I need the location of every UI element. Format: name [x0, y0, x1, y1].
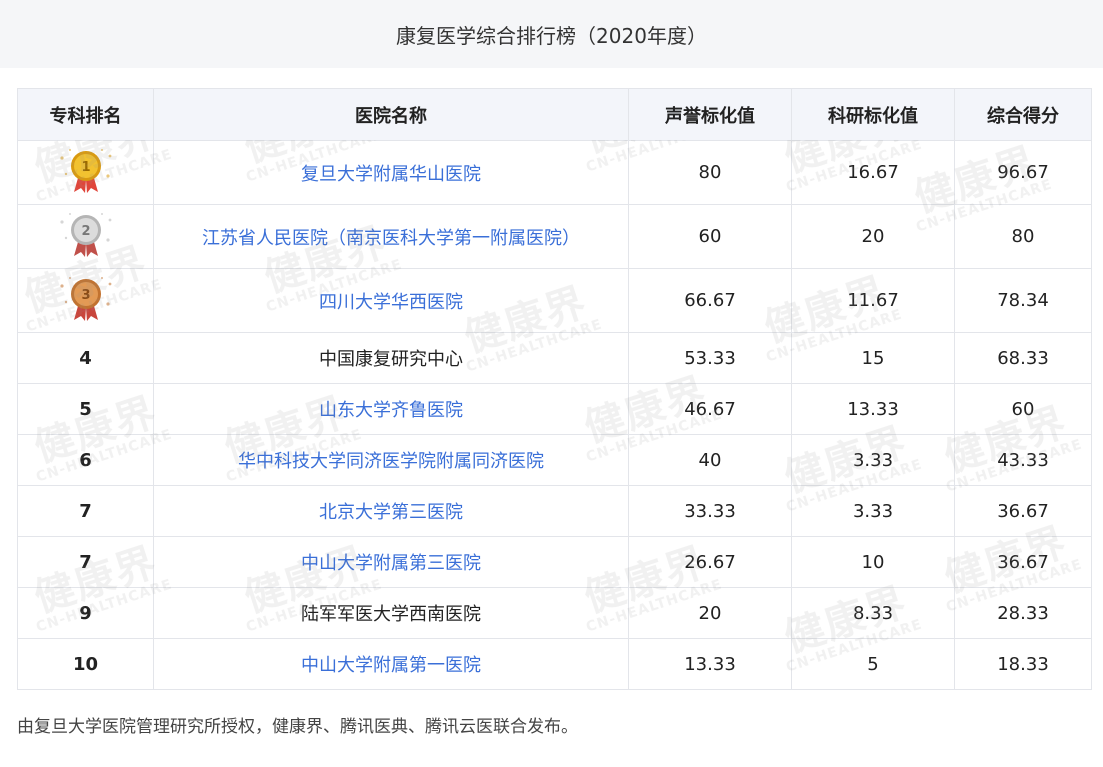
ranking-table-container: 专科排名 医院名称 声誉标化值 科研标化值 综合得分 1 复旦大学附属华山医院 8…: [17, 88, 1092, 690]
table-row: 6 华中科技大学同济医学院附属同济医院 40 3.33 43.33: [17, 434, 1092, 486]
total-cell: 36.67: [954, 485, 1092, 537]
total-cell: 36.67: [954, 536, 1092, 588]
hospital-link[interactable]: 山东大学齐鲁医院: [319, 400, 463, 421]
header-hospital: 医院名称: [153, 88, 629, 141]
hospital-cell: 中国康复研究中心: [153, 332, 629, 384]
research-cell: 16.67: [791, 140, 955, 205]
hospital-link[interactable]: 北京大学第三医院: [319, 502, 463, 523]
reputation-cell: 60: [628, 204, 792, 269]
research-cell: 10: [791, 536, 955, 588]
table-row: 7 北京大学第三医院 33.33 3.33 36.67: [17, 485, 1092, 537]
hospital-cell: 中山大学附属第三医院: [153, 536, 629, 588]
hospital-cell: 华中科技大学同济医学院附属同济医院: [153, 434, 629, 486]
total-cell: 80: [954, 204, 1092, 269]
header-total: 综合得分: [954, 88, 1092, 141]
hospital-link[interactable]: 复旦大学附属华山医院: [301, 164, 481, 185]
total-cell: 43.33: [954, 434, 1092, 486]
svg-text:3: 3: [81, 288, 90, 303]
reputation-cell: 66.67: [628, 268, 792, 333]
rank-cell: 2: [17, 204, 154, 269]
footer-note: 由复旦大学医院管理研究所授权，健康界、腾讯医典、腾讯云医联合发布。: [17, 717, 578, 737]
page-title-bar: 康复医学综合排行榜（2020年度）: [0, 0, 1103, 68]
svg-text:1: 1: [81, 160, 90, 175]
hospital-name: 陆军军医大学西南医院: [301, 604, 481, 625]
rank-cell: 10: [17, 638, 154, 690]
silver-medal-icon: 2: [54, 208, 118, 265]
hospital-cell: 复旦大学附属华山医院: [153, 140, 629, 205]
reputation-cell: 80: [628, 140, 792, 205]
table-row: 5 山东大学齐鲁医院 46.67 13.33 60: [17, 383, 1092, 435]
svg-text:2: 2: [81, 224, 90, 239]
research-cell: 11.67: [791, 268, 955, 333]
hospital-cell: 江苏省人民医院（南京医科大学第一附属医院）: [153, 204, 629, 269]
total-cell: 60: [954, 383, 1092, 435]
reputation-cell: 20: [628, 587, 792, 639]
hospital-link[interactable]: 中山大学附属第一医院: [301, 655, 481, 676]
total-cell: 78.34: [954, 268, 1092, 333]
ranking-table: 专科排名 医院名称 声誉标化值 科研标化值 综合得分 1 复旦大学附属华山医院 8…: [17, 88, 1092, 690]
hospital-cell: 四川大学华西医院: [153, 268, 629, 333]
table-row: 3 四川大学华西医院 66.67 11.67 78.34: [17, 268, 1092, 333]
rank-cell: 6: [17, 434, 154, 486]
total-cell: 68.33: [954, 332, 1092, 384]
hospital-link[interactable]: 江苏省人民医院（南京医科大学第一附属医院）: [202, 228, 580, 249]
rank-cell: 5: [17, 383, 154, 435]
hospital-name: 中国康复研究中心: [319, 349, 463, 370]
reputation-cell: 26.67: [628, 536, 792, 588]
research-cell: 3.33: [791, 434, 955, 486]
research-cell: 13.33: [791, 383, 955, 435]
total-cell: 18.33: [954, 638, 1092, 690]
reputation-cell: 13.33: [628, 638, 792, 690]
table-row: 2 江苏省人民医院（南京医科大学第一附属医院） 60 20 80: [17, 204, 1092, 269]
table-row: 1 复旦大学附属华山医院 80 16.67 96.67: [17, 140, 1092, 205]
hospital-cell: 中山大学附属第一医院: [153, 638, 629, 690]
hospital-cell: 山东大学齐鲁医院: [153, 383, 629, 435]
total-cell: 28.33: [954, 587, 1092, 639]
rank-cell: 3: [17, 268, 154, 333]
rank-cell: 9: [17, 587, 154, 639]
rank-cell: 4: [17, 332, 154, 384]
rank-cell: 1: [17, 140, 154, 205]
hospital-link[interactable]: 中山大学附属第三医院: [301, 553, 481, 574]
table-header-row: 专科排名 医院名称 声誉标化值 科研标化值 综合得分: [17, 88, 1092, 141]
total-cell: 96.67: [954, 140, 1092, 205]
research-cell: 5: [791, 638, 955, 690]
research-cell: 20: [791, 204, 955, 269]
hospital-link[interactable]: 华中科技大学同济医学院附属同济医院: [238, 451, 544, 472]
header-reputation: 声誉标化值: [628, 88, 792, 141]
hospital-link[interactable]: 四川大学华西医院: [319, 292, 463, 313]
table-row: 7 中山大学附属第三医院 26.67 10 36.67: [17, 536, 1092, 588]
reputation-cell: 46.67: [628, 383, 792, 435]
header-research: 科研标化值: [791, 88, 955, 141]
hospital-cell: 北京大学第三医院: [153, 485, 629, 537]
rank-cell: 7: [17, 536, 154, 588]
bronze-medal-icon: 3: [54, 272, 118, 329]
table-row: 10 中山大学附属第一医院 13.33 5 18.33: [17, 638, 1092, 690]
reputation-cell: 40: [628, 434, 792, 486]
rank-cell: 7: [17, 485, 154, 537]
research-cell: 8.33: [791, 587, 955, 639]
research-cell: 3.33: [791, 485, 955, 537]
table-row: 9 陆军军医大学西南医院 20 8.33 28.33: [17, 587, 1092, 639]
reputation-cell: 33.33: [628, 485, 792, 537]
reputation-cell: 53.33: [628, 332, 792, 384]
header-rank: 专科排名: [17, 88, 154, 141]
research-cell: 15: [791, 332, 955, 384]
gold-medal-icon: 1: [54, 144, 118, 201]
hospital-cell: 陆军军医大学西南医院: [153, 587, 629, 639]
page-title: 康复医学综合排行榜（2020年度）: [396, 23, 707, 48]
table-row: 4 中国康复研究中心 53.33 15 68.33: [17, 332, 1092, 384]
